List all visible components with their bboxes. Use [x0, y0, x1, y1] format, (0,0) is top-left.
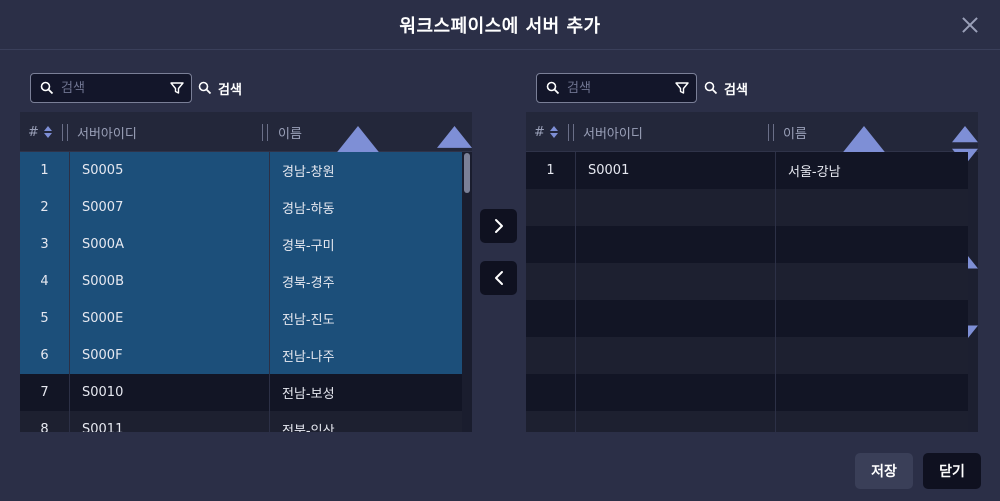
row-number: 2 [40, 200, 49, 215]
column-header-label: # [534, 124, 545, 140]
close-button[interactable]: 닫기 [923, 453, 981, 489]
right-search-button-label: 검색 [724, 82, 748, 98]
available-servers-grid: # 서버아이디 이름 1 S0005 경남-창원 2 S0007 경남-하동 3 S000A 경… [20, 112, 472, 432]
scrollbar-thumb[interactable] [464, 153, 470, 193]
column-header-label: 서버아이디 [583, 126, 643, 142]
server-id-cell: S000B [82, 274, 124, 289]
table-row[interactable]: 8 S0011 전북-익산 [20, 411, 462, 432]
server-name-cell: 경북-구미 [282, 239, 335, 254]
search-icon [546, 81, 560, 95]
sort-icon[interactable] [550, 126, 558, 138]
server-id-cell: S000A [82, 237, 124, 252]
table-row[interactable]: 1 S0001 서울-강남 [526, 152, 968, 189]
grid-header: # 서버아이디 이름 [526, 112, 978, 432]
server-id-cell: S0011 [82, 422, 124, 432]
save-button[interactable]: 저장 [855, 453, 913, 489]
left-grid-scrollbar[interactable] [462, 152, 472, 432]
save-button-label: 저장 [871, 464, 897, 480]
server-name-cell: 경남-하동 [282, 202, 335, 217]
empty-row [526, 189, 968, 226]
column-header-num[interactable]: # [534, 112, 558, 152]
chevron-right-icon [494, 219, 503, 233]
empty-row [526, 300, 968, 337]
row-number: 1 [40, 163, 49, 178]
left-search-box [30, 73, 192, 103]
search-icon [198, 81, 212, 95]
sort-icon[interactable] [44, 126, 52, 138]
empty-row [526, 226, 968, 263]
empty-row [526, 263, 968, 300]
column-header-num[interactable]: # [28, 112, 52, 152]
row-number: 5 [40, 311, 49, 326]
server-id-cell: S0010 [82, 385, 124, 400]
row-number: 6 [40, 348, 49, 363]
table-row[interactable]: 6 S000F 전남-나주 [20, 337, 462, 374]
dialog-titlebar: 워크스페이스에 서버 추가 [0, 0, 1000, 50]
right-search-button[interactable]: 검색 [704, 78, 748, 98]
dialog-title: 워크스페이스에 서버 추가 [399, 16, 601, 37]
column-header-label: 이름 [278, 126, 302, 142]
search-icon [40, 81, 54, 95]
server-name-cell: 경북-경주 [282, 276, 335, 291]
server-id-cell: S000E [82, 311, 124, 326]
filter-icon[interactable] [674, 80, 690, 96]
server-id-cell: S0001 [588, 163, 630, 178]
table-row[interactable]: 5 S000E 전남-진도 [20, 300, 462, 337]
left-search-button-label: 검색 [218, 82, 242, 98]
column-header-name[interactable]: 이름 [278, 112, 302, 152]
right-search-box [536, 73, 697, 103]
server-name-cell: 전북-익산 [282, 424, 335, 432]
server-id-cell: S0005 [82, 163, 124, 178]
row-number: 8 [40, 422, 49, 432]
empty-row [526, 374, 968, 411]
search-icon [704, 81, 718, 95]
add-server-dialog: 워크스페이스에 서버 추가 검색 검색 # 서버아이디 [0, 0, 1000, 501]
column-resizer[interactable] [768, 124, 774, 141]
server-name-cell: 서울-강남 [788, 165, 841, 180]
filter-icon[interactable] [169, 80, 185, 96]
table-row[interactable]: 3 S000A 경북-구미 [20, 226, 462, 263]
column-divider [69, 152, 70, 432]
empty-row [526, 337, 968, 374]
right-search-input[interactable] [567, 78, 677, 98]
server-name-cell: 전남-보성 [282, 387, 335, 402]
table-row[interactable]: 1 S0005 경남-창원 [20, 152, 462, 189]
left-search-input[interactable] [61, 78, 171, 98]
server-name-cell: 경남-창원 [282, 165, 335, 180]
table-row[interactable]: 7 S0010 전남-보성 [20, 374, 462, 411]
column-header-server-id[interactable]: 서버아이디 [583, 112, 643, 152]
column-resizer[interactable] [62, 124, 68, 141]
remove-selected-button[interactable] [480, 261, 517, 295]
column-resizer[interactable] [262, 124, 268, 141]
server-name-cell: 전남-진도 [282, 313, 335, 328]
server-name-cell: 전남-나주 [282, 350, 335, 365]
column-header-server-id[interactable]: 서버아이디 [77, 112, 137, 152]
column-header-label: 이름 [783, 126, 807, 142]
server-id-cell: S0007 [82, 200, 124, 215]
empty-row [526, 411, 968, 432]
row-number: 1 [546, 163, 555, 178]
row-number: 3 [40, 237, 49, 252]
column-divider [575, 152, 576, 432]
column-header-name[interactable]: 이름 [783, 112, 807, 152]
column-header-label: 서버아이디 [77, 126, 137, 142]
close-button-label: 닫기 [939, 464, 965, 480]
column-divider [269, 152, 270, 432]
grid-header: # 서버아이디 이름 [20, 112, 472, 432]
column-resizer[interactable] [568, 124, 574, 141]
workspace-servers-grid: # 서버아이디 이름 1 S0001 서울-강남 [526, 112, 978, 432]
chevron-left-icon [494, 271, 503, 285]
table-row[interactable]: 2 S0007 경남-하동 [20, 189, 462, 226]
row-number: 7 [40, 385, 49, 400]
add-selected-button[interactable] [480, 209, 517, 243]
column-divider [775, 152, 776, 432]
row-number: 4 [40, 274, 49, 289]
table-row[interactable]: 4 S000B 경북-경주 [20, 263, 462, 300]
column-header-label: # [28, 124, 39, 140]
close-icon[interactable] [960, 15, 980, 35]
left-search-button[interactable]: 검색 [198, 78, 242, 98]
server-id-cell: S000F [82, 348, 123, 363]
